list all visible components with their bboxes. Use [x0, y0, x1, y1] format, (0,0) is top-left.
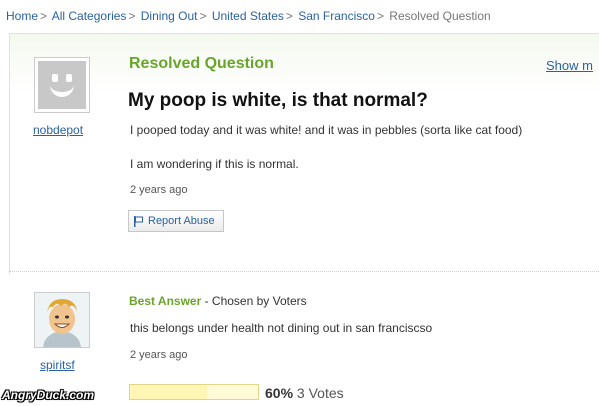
breadcrumb-separator: >: [199, 9, 207, 23]
default-smiley-avatar-icon: [38, 61, 86, 109]
avatar-smile: [50, 83, 74, 97]
avatar-eye: [52, 74, 58, 82]
breadcrumb-dining-out[interactable]: Dining Out: [141, 9, 198, 23]
asker-avatar[interactable]: [34, 57, 90, 113]
avatar-eye: [66, 74, 72, 82]
breadcrumb-separator: >: [40, 9, 48, 23]
breadcrumb-current: Resolved Question: [389, 9, 491, 23]
answer-timestamp: 2 years ago: [130, 349, 188, 361]
section-divider: [9, 271, 599, 272]
flag-icon: [134, 215, 143, 227]
breadcrumb-home[interactable]: Home: [6, 9, 38, 23]
question-title: My poop is white, is that normal?: [128, 90, 428, 111]
site-watermark: AngryDuck.com: [2, 388, 95, 402]
vote-percentage-bar: [129, 384, 259, 400]
best-answer-heading: Best Answer - Chosen by Voters: [129, 294, 307, 308]
show-more-link[interactable]: Show m: [546, 58, 593, 73]
breadcrumb-all-categories[interactable]: All Categories: [52, 9, 127, 23]
breadcrumb-san-francisco[interactable]: San Francisco: [298, 9, 375, 23]
report-abuse-label: Report Abuse: [148, 215, 215, 227]
answerer-avatar[interactable]: [34, 292, 90, 348]
asker-name-link[interactable]: nobdepot: [33, 123, 83, 137]
vote-summary: 60% 3 Votes: [265, 385, 344, 401]
answer-body: this belongs under health not dining out…: [130, 321, 433, 335]
breadcrumb-separator: >: [285, 9, 293, 23]
question-panel: [9, 33, 599, 274]
vote-percent: 60%: [265, 385, 294, 401]
breadcrumb: Home > All Categories > Dining Out > United…: [6, 9, 491, 23]
resolved-status-heading: Resolved Question: [129, 55, 274, 72]
question-timestamp: 2 years ago: [130, 184, 188, 196]
breadcrumb-united-states[interactable]: United States: [212, 9, 284, 23]
vote-count: 3 Votes: [296, 385, 344, 401]
report-abuse-button[interactable]: Report Abuse: [128, 210, 224, 232]
best-answer-label: Best Answer: [129, 294, 202, 308]
breadcrumb-separator: >: [376, 9, 384, 23]
cartoon-man-avatar-icon: [35, 293, 89, 347]
chosen-by-text: - Chosen by Voters: [201, 294, 307, 308]
question-body-line2: I am wondering if this is normal.: [130, 157, 299, 171]
answerer-name-link[interactable]: spiritsf: [40, 358, 75, 372]
vote-bar-fill: [130, 385, 207, 399]
question-body-line1: I pooped today and it was white! and it …: [130, 123, 523, 137]
breadcrumb-separator: >: [128, 9, 136, 23]
